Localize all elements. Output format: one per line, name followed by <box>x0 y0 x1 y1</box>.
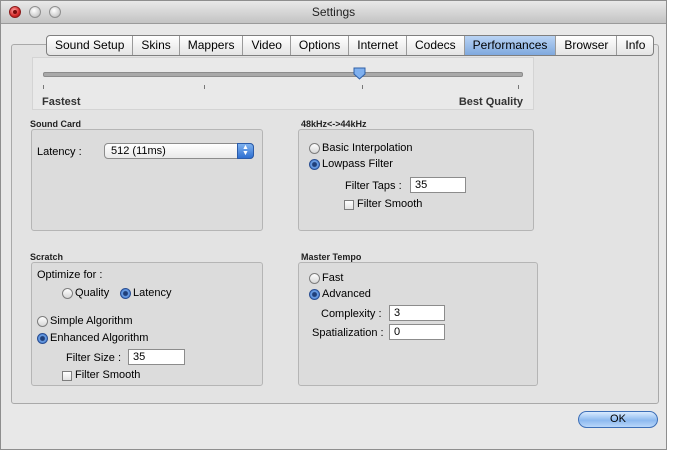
lowpass-filter-radio[interactable] <box>309 159 320 170</box>
filter-smooth-label: Filter Smooth <box>357 198 423 210</box>
tab-mappers[interactable]: Mappers <box>180 36 244 55</box>
optimize-for-label: Optimize for : <box>37 269 103 281</box>
resampling-group: Basic Interpolation Lowpass Filter Filte… <box>298 129 534 231</box>
tab-options[interactable]: Options <box>291 36 350 55</box>
tempo-advanced-radio[interactable] <box>309 289 320 300</box>
master-tempo-title: Master Tempo <box>301 252 362 262</box>
tempo-fast-label: Fast <box>322 272 344 284</box>
filter-taps-label: Filter Taps : <box>345 180 402 192</box>
tab-internet[interactable]: Internet <box>349 36 407 55</box>
tab-skins[interactable]: Skins <box>133 36 180 55</box>
basic-interpolation-label: Basic Interpolation <box>322 142 413 154</box>
scratch-group: Optimize for : Quality Latency Simple Al… <box>31 262 263 386</box>
slider-tick <box>204 85 205 89</box>
tab-codecs[interactable]: Codecs <box>407 36 465 55</box>
complexity-input[interactable]: 3 <box>389 305 445 321</box>
lowpass-filter-label: Lowpass Filter <box>322 158 393 170</box>
slider-tick <box>362 85 363 89</box>
spatialization-label: Spatialization : <box>312 327 384 339</box>
slider-right-label: Best Quality <box>458 96 523 108</box>
simple-algorithm-label: Simple Algorithm <box>50 315 133 327</box>
select-arrows-icon: ▲ ▼ <box>237 143 254 159</box>
sound-card-group: Latency : 512 (11ms) ▲ ▼ <box>31 129 263 231</box>
master-tempo-group: Fast Advanced Complexity : 3 Spatializat… <box>298 262 538 386</box>
scratch-title: Scratch <box>30 252 64 262</box>
optimize-quality-label: Quality <box>75 287 110 299</box>
tab-video[interactable]: Video <box>243 36 291 55</box>
resampling-title: 48kHz<->44kHz <box>301 119 367 129</box>
tempo-fast-radio[interactable] <box>309 273 320 284</box>
filter-size-input[interactable]: 35 <box>128 349 185 365</box>
optimize-latency-radio[interactable] <box>120 288 131 299</box>
quality-slider-track[interactable] <box>43 72 523 77</box>
slider-left-label: Fastest <box>42 96 81 108</box>
basic-interpolation-radio[interactable] <box>309 143 320 154</box>
tab-info[interactable]: Info <box>617 36 653 55</box>
scratch-filter-smooth-label: Filter Smooth <box>75 369 141 381</box>
tab-browser[interactable]: Browser <box>556 36 618 55</box>
ok-button[interactable]: OK <box>578 411 658 428</box>
filter-size-label: Filter Size : <box>66 352 122 364</box>
settings-window: Settings Sound Setup Skins Mappers Video… <box>0 0 667 450</box>
latency-label: Latency : <box>37 146 82 158</box>
optimize-latency-label: Latency <box>133 287 172 299</box>
filter-taps-input[interactable]: 35 <box>410 177 466 193</box>
tab-bar: Sound Setup Skins Mappers Video Options … <box>46 35 655 56</box>
slider-tick <box>518 85 519 89</box>
quality-slider-panel: Fastest Best Quality <box>32 57 534 110</box>
latency-select-value: 512 (11ms) <box>111 145 166 157</box>
scratch-filter-smooth-checkbox[interactable] <box>62 371 72 381</box>
tempo-advanced-label: Advanced <box>322 288 371 300</box>
complexity-label: Complexity : <box>321 308 382 320</box>
simple-algorithm-radio[interactable] <box>37 316 48 327</box>
title-bar[interactable]: Settings <box>1 1 666 24</box>
tab-performances[interactable]: Performances <box>464 36 557 55</box>
tab-sound-setup[interactable]: Sound Setup <box>47 36 134 55</box>
quality-slider-knob[interactable] <box>353 67 366 80</box>
enhanced-algorithm-radio[interactable] <box>37 333 48 344</box>
latency-select[interactable]: 512 (11ms) ▲ ▼ <box>104 143 254 159</box>
slider-tick <box>43 85 44 89</box>
filter-smooth-checkbox[interactable] <box>344 200 354 210</box>
spatialization-input[interactable]: 0 <box>389 324 445 340</box>
sound-card-title: Sound Card <box>30 119 81 129</box>
enhanced-algorithm-label: Enhanced Algorithm <box>50 332 149 344</box>
window-title: Settings <box>311 5 356 19</box>
optimize-quality-radio[interactable] <box>62 288 73 299</box>
